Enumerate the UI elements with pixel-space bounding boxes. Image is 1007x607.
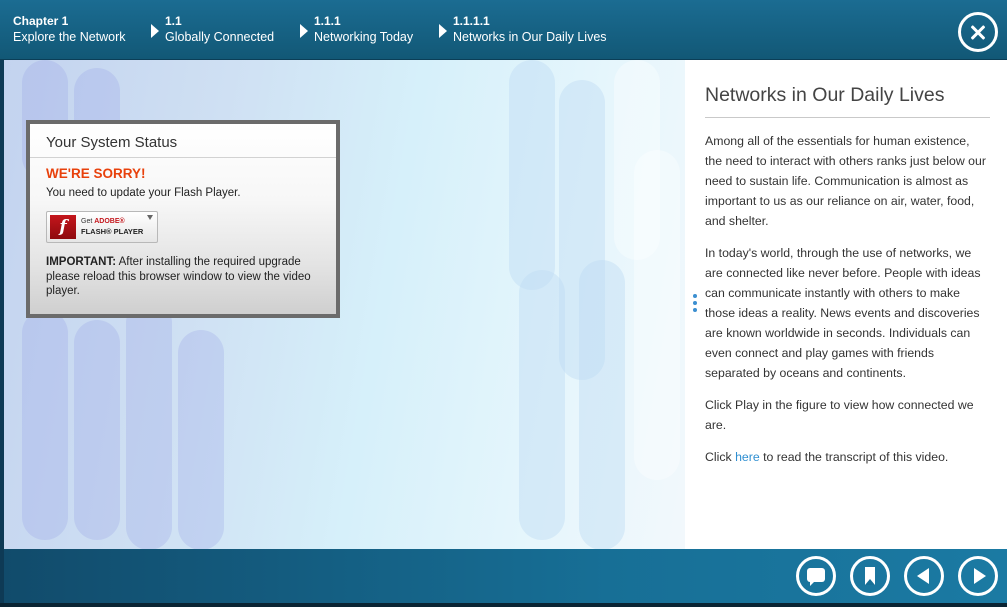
- handle-dot: [693, 301, 697, 305]
- breadcrumb-chapter[interactable]: Chapter 1 Explore the Network: [13, 14, 126, 45]
- breadcrumb-arrow-icon: [439, 24, 447, 38]
- breadcrumb-subsection[interactable]: 1.1.1 Networking Today: [300, 14, 414, 45]
- previous-button[interactable]: [904, 556, 944, 596]
- breadcrumb-section[interactable]: 1.1 Globally Connected: [151, 14, 275, 45]
- download-arrow-icon: [147, 215, 153, 220]
- bookmark-notch: [865, 579, 875, 585]
- breadcrumb-number: Chapter 1: [13, 14, 69, 28]
- status-divider: [30, 157, 336, 158]
- background-pill: [178, 330, 224, 549]
- status-message: You need to update your Flash Player.: [46, 187, 241, 199]
- next-arrow-icon: [974, 568, 986, 584]
- handle-dot: [693, 308, 697, 312]
- background-pill: [579, 260, 625, 549]
- background-pill: [519, 270, 565, 540]
- flash-get-label: Get ADOBE®: [81, 218, 125, 225]
- background-pill: [74, 320, 120, 540]
- background-pill: [126, 300, 172, 549]
- flash-product-label: FLASH® PLAYER: [81, 227, 144, 236]
- article-panel: Networks in Our Daily Lives Among all of…: [705, 84, 990, 467]
- bookmark-button[interactable]: [850, 556, 890, 596]
- transcript-link[interactable]: here: [735, 450, 760, 464]
- header-bar: Chapter 1 Explore the Network 1.1 Global…: [0, 0, 1007, 60]
- background-pill: [22, 310, 68, 540]
- article-paragraph: Click Play in the figure to view how con…: [705, 398, 974, 432]
- video-figure[interactable]: Your System Status WE'RE SORRY! You need…: [4, 60, 685, 549]
- breadcrumb-label: Explore the Network: [13, 30, 126, 44]
- important-note: IMPORTANT: After installing the required…: [46, 255, 320, 299]
- window-bottom-edge: [0, 603, 1007, 607]
- footer-bar: [4, 549, 1007, 603]
- status-title: Your System Status: [46, 134, 178, 151]
- flash-status-box: Your System Status WE'RE SORRY! You need…: [26, 120, 340, 318]
- breadcrumb-number: 1.1.1: [314, 14, 341, 28]
- get-flash-player-button[interactable]: f Get ADOBE® FLASH® PLAYER: [46, 211, 158, 243]
- breadcrumb-topic[interactable]: 1.1.1.1 Networks in Our Daily Lives: [439, 14, 607, 45]
- background-pill: [634, 150, 680, 480]
- next-button[interactable]: [958, 556, 998, 596]
- breadcrumb-label: Networks in Our Daily Lives: [453, 30, 607, 44]
- previous-arrow-icon: [917, 568, 929, 584]
- breadcrumb-number: 1.1: [165, 14, 182, 28]
- article-title: Networks in Our Daily Lives: [705, 84, 990, 118]
- handle-dot: [693, 294, 697, 298]
- breadcrumb-number: 1.1.1.1: [453, 14, 490, 28]
- content-area: Your System Status WE'RE SORRY! You need…: [4, 60, 1007, 549]
- breadcrumb-label: Globally Connected: [165, 30, 275, 44]
- speech-bubble-tail: [810, 580, 816, 586]
- breadcrumb-arrow-icon: [300, 24, 308, 38]
- close-icon[interactable]: [958, 12, 998, 52]
- background-pill: [509, 60, 555, 290]
- comment-button[interactable]: [796, 556, 836, 596]
- resize-handle[interactable]: [693, 294, 697, 315]
- transcript-paragraph: Click here to read the transcript of thi…: [705, 450, 949, 464]
- article-paragraph: Among all of the essentials for human ex…: [705, 134, 986, 228]
- article-paragraph: In today's world, through the use of net…: [705, 246, 981, 380]
- flash-player-icon: f: [50, 215, 76, 239]
- breadcrumb-label: Networking Today: [314, 30, 414, 44]
- important-label: IMPORTANT:: [46, 256, 117, 268]
- breadcrumb-arrow-icon: [151, 24, 159, 38]
- sorry-heading: WE'RE SORRY!: [46, 166, 146, 181]
